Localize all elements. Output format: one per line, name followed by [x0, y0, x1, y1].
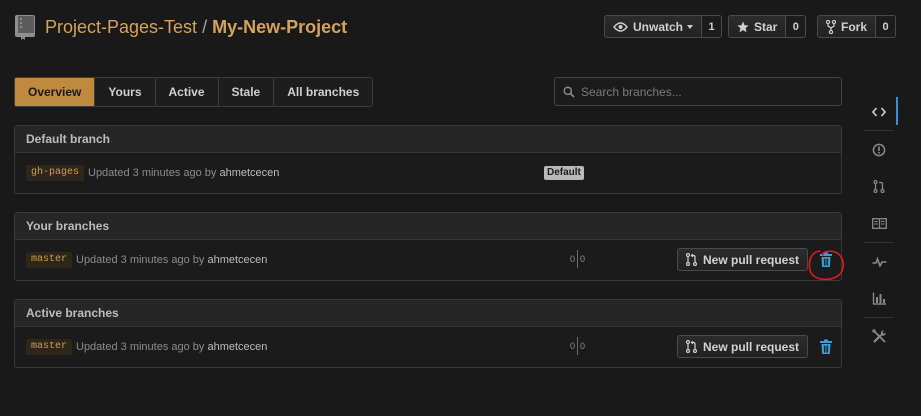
pulse-icon	[872, 256, 886, 267]
updated-text: Updated 3 minutes ago by	[76, 254, 205, 266]
watch-group: Unwatch 1	[604, 15, 723, 38]
fork-button[interactable]: Fork	[817, 15, 877, 38]
branch-row: master Updated 3 minutes ago by ahmetcec…	[15, 240, 841, 279]
pull-request-icon	[686, 253, 697, 266]
behind-count: 0	[570, 341, 576, 351]
repo-header: Project-Pages-Test / My-New-Project	[14, 13, 347, 41]
new-pull-request-label: New pull request	[703, 252, 800, 267]
tab-active[interactable]: Active	[154, 78, 218, 106]
tab-yours[interactable]: Yours	[94, 78, 155, 106]
delete-branch-trash-icon[interactable]	[819, 339, 833, 355]
fork-count[interactable]: 0	[876, 15, 897, 38]
unwatch-button[interactable]: Unwatch	[604, 15, 703, 38]
sidebar-item-issues[interactable]	[862, 131, 896, 168]
red-annotation-circle	[808, 250, 845, 281]
repo-name-link[interactable]: My-New-Project	[212, 17, 347, 37]
sidebar-item-graphs[interactable]	[862, 280, 896, 317]
updated-text: Updated 3 minutes ago by	[76, 341, 205, 353]
branch-updated-meta: Updated 3 minutes ago by ahmetcecen	[76, 340, 267, 354]
divergence-bar	[577, 250, 579, 268]
sidebar-item-pull-requests[interactable]	[862, 168, 896, 205]
repo-owner-link[interactable]: Project-Pages-Test	[45, 17, 197, 37]
graphs-icon	[872, 292, 886, 305]
your-branches-section: Your branches master Updated 3 minutes a…	[14, 212, 842, 281]
section-title: Active branches	[15, 300, 841, 327]
behind-count: 0	[570, 254, 576, 264]
branch-updated-meta: Updated 3 minutes ago by ahmetcecen	[88, 166, 279, 180]
search-branches-field[interactable]	[554, 77, 842, 106]
star-label: Star	[754, 19, 778, 34]
fork-label: Fork	[841, 19, 868, 34]
unwatch-label: Unwatch	[633, 19, 684, 34]
tab-all-branches[interactable]: All branches	[273, 78, 373, 106]
branch-name-link[interactable]: master	[26, 252, 73, 268]
author-link[interactable]: ahmetcecen	[207, 254, 267, 266]
repo-sidebar-nav	[862, 93, 898, 355]
new-pull-request-button[interactable]: New pull request	[677, 248, 808, 271]
author-link[interactable]: ahmetcecen	[207, 341, 267, 353]
active-branches-section: Active branches master Updated 3 minutes…	[14, 299, 842, 368]
issues-icon	[872, 143, 886, 156]
watch-count[interactable]: 1	[702, 15, 723, 38]
search-icon	[563, 85, 575, 98]
branch-name-link[interactable]: gh-pages	[26, 165, 85, 181]
ahead-count: 0	[580, 254, 586, 264]
default-badge: Default	[544, 166, 584, 180]
default-branch-section: Default branch gh-pages Updated 3 minute…	[14, 125, 842, 194]
new-pull-request-button[interactable]: New pull request	[677, 335, 808, 358]
sidebar-item-settings[interactable]	[862, 318, 896, 355]
branch-row: gh-pages Updated 3 minutes ago by ahmetc…	[15, 153, 841, 192]
sidebar-item-wiki[interactable]	[862, 205, 896, 242]
new-pull-request-label: New pull request	[703, 339, 800, 354]
chevron-down-icon	[687, 24, 694, 29]
branch-name-link[interactable]: master	[26, 339, 73, 355]
star-group: Star 0	[728, 15, 807, 38]
ahead-behind-indicator: 0 0	[570, 337, 585, 355]
divergence-bar	[577, 337, 579, 355]
settings-icon	[872, 329, 886, 343]
star-count[interactable]: 0	[786, 15, 807, 38]
fork-group: Fork 0	[817, 15, 897, 38]
branch-filter-tabs: Overview Yours Active Stale All branches	[14, 77, 374, 107]
tab-stale[interactable]: Stale	[217, 78, 274, 106]
repo-book-icon	[15, 15, 35, 40]
updated-text: Updated 3 minutes ago by	[88, 167, 217, 179]
branch-updated-meta: Updated 3 minutes ago by ahmetcecen	[76, 253, 267, 267]
branch-row: master Updated 3 minutes ago by ahmetcec…	[15, 327, 841, 366]
pull-request-icon	[686, 340, 697, 353]
wiki-icon	[871, 218, 887, 229]
repo-separator: /	[202, 17, 208, 37]
star-icon	[737, 21, 749, 32]
section-title: Your branches	[15, 213, 841, 240]
tab-overview[interactable]: Overview	[15, 78, 95, 106]
section-title: Default branch	[15, 126, 841, 153]
ahead-behind-indicator: 0 0	[570, 250, 585, 268]
pull-request-icon	[873, 180, 885, 193]
code-icon	[872, 106, 886, 117]
sidebar-item-pulse[interactable]	[862, 243, 896, 280]
sidebar-item-code[interactable]	[862, 93, 898, 130]
ahead-count: 0	[580, 341, 586, 351]
star-button[interactable]: Star	[728, 15, 787, 38]
eye-icon	[613, 21, 628, 32]
search-branches-input[interactable]	[581, 84, 831, 99]
author-link[interactable]: ahmetcecen	[219, 167, 279, 179]
repo-title: Project-Pages-Test / My-New-Project	[45, 14, 347, 40]
fork-icon	[826, 19, 836, 34]
